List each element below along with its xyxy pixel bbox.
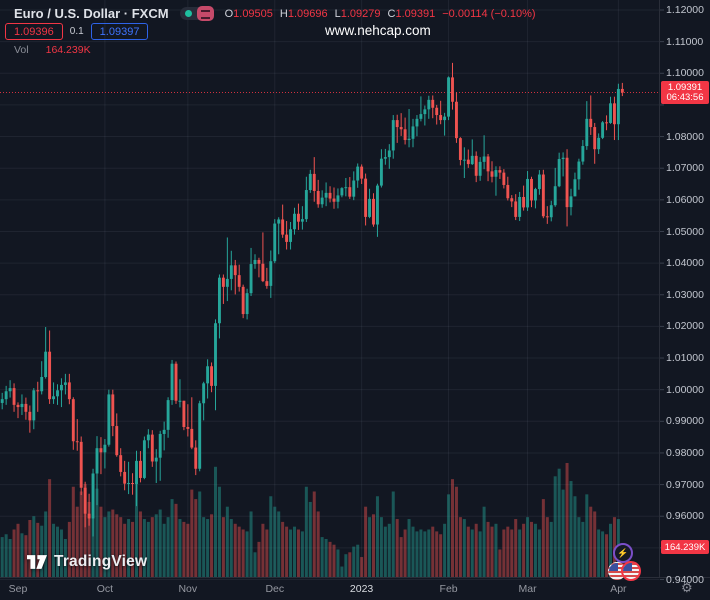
time-axis-label: Mar — [518, 583, 537, 595]
time-axis-label: Sep — [8, 583, 28, 595]
close-label: C — [387, 7, 396, 20]
settings-gear-icon[interactable]: ⚙ — [681, 580, 693, 596]
watermark-text: www.nehcap.com — [325, 23, 431, 38]
chart-plot-area[interactable] — [0, 0, 659, 577]
price-axis-label: 1.00000 — [666, 383, 704, 396]
tradingview-chart-window: Euro / U.S. Dollar · FXCM O 1.09505 H 1.09… — [0, 0, 710, 600]
time-axis-label: Feb — [439, 583, 458, 595]
tradingview-logo-text: TradingView — [54, 553, 148, 570]
price-axis-label: 0.97000 — [666, 478, 704, 491]
time-axis-label: Oct — [96, 583, 114, 595]
bar-close-countdown: 06:43:56 — [666, 92, 704, 103]
market-status-menu-icon — [196, 6, 214, 21]
price-axis[interactable]: 1.09391 06:43:56 164.239K 1.12000 1.11000… — [660, 0, 710, 600]
price-axis-label: 1.05000 — [666, 225, 704, 238]
current-price-label: 1.09391 06:43:56 — [661, 81, 709, 104]
volume-indicator-value: 164.239K — [45, 44, 91, 56]
high-label: H — [279, 7, 288, 20]
price-axis-label: 0.96000 — [666, 510, 704, 523]
change-value: −0.00114 (−0.10%) — [442, 7, 536, 20]
time-axis-label: Apr — [610, 583, 627, 595]
market-status-icon[interactable] — [179, 6, 214, 21]
price-axis-label: 0.98000 — [666, 446, 704, 459]
time-axis-label: Nov — [178, 583, 198, 595]
current-volume-label: 164.239K — [661, 540, 709, 554]
price-axis-label: 1.12000 — [666, 4, 704, 16]
price-axis-label: 1.03000 — [666, 288, 704, 301]
market-open-dot-icon — [184, 10, 192, 17]
price-axis-label: 1.10000 — [666, 67, 704, 80]
symbol-title[interactable]: Euro / U.S. Dollar · FXCM — [14, 6, 169, 21]
ask-button[interactable]: 1.09397 — [90, 23, 149, 40]
price-axis-label: 1.02000 — [666, 320, 704, 333]
time-axis-label: Dec — [265, 583, 285, 595]
price-axis-label: 1.01000 — [666, 352, 704, 364]
open-label: O — [224, 7, 234, 20]
lightning-bolt-glyph: ⚡ — [617, 547, 629, 558]
close-value: 1.09391 — [395, 7, 436, 20]
price-axis-label: 0.99000 — [666, 415, 704, 428]
ohlc-readout: O 1.09505 H 1.09696 L 1.09279 C 1.09391 −0.0… — [225, 8, 543, 20]
tradingview-logo-icon — [27, 555, 47, 569]
alert-lightning-icon[interactable]: ⚡ — [613, 543, 633, 563]
low-value: 1.09279 — [340, 7, 381, 20]
spread-value: 0.1 — [69, 26, 84, 37]
volume-indicator-label: Vol — [14, 44, 29, 56]
price-axis-label: 1.06000 — [666, 193, 704, 206]
price-axis-label: 1.11000 — [666, 35, 704, 48]
price-axis-label: 1.08000 — [666, 130, 704, 143]
price-axis-label: 1.07000 — [666, 162, 704, 175]
high-value: 1.09696 — [287, 7, 328, 20]
time-axis-label: 2023 — [349, 583, 374, 595]
price-axis-label: 1.04000 — [666, 257, 704, 270]
tradingview-logo[interactable]: TradingView — [27, 553, 147, 571]
bid-button[interactable]: 1.09396 — [5, 23, 63, 40]
open-value: 1.09505 — [233, 7, 273, 20]
us-flag-event-icon-highlighted[interactable] — [621, 561, 641, 581]
time-axis[interactable]: ⚙ Sep Oct Nov Dec 2023 Feb Mar Apr — [0, 578, 710, 600]
